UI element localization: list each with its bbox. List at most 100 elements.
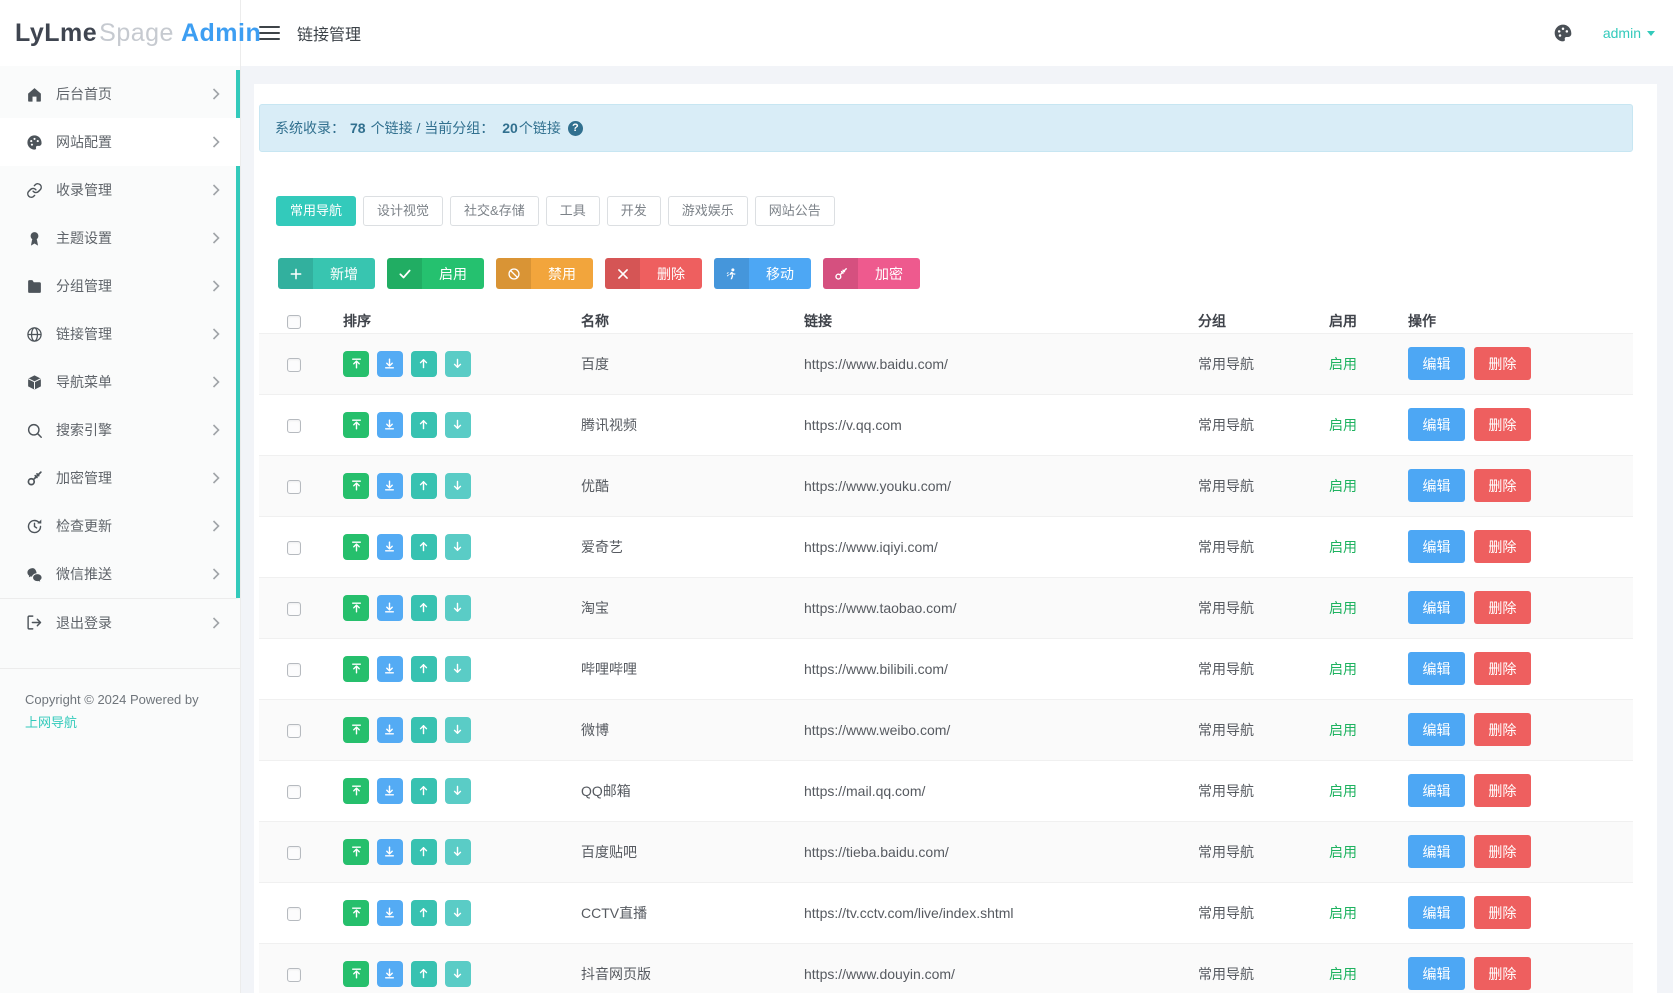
copyright-link[interactable]: 上网导航 <box>25 712 215 735</box>
theme-palette-icon[interactable] <box>1553 23 1573 43</box>
move-to-bottom-button[interactable] <box>377 717 403 743</box>
row-checkbox[interactable] <box>287 419 301 433</box>
sidebar-item-link-manage[interactable]: 链接管理 <box>0 310 240 358</box>
move-up-button[interactable] <box>411 534 437 560</box>
row-checkbox[interactable] <box>287 480 301 494</box>
sidebar-item-wechat-push[interactable]: 微信推送 <box>0 550 240 598</box>
move-down-button[interactable] <box>445 839 471 865</box>
select-all-checkbox[interactable] <box>287 315 301 329</box>
edit-button[interactable]: 编辑 <box>1408 652 1465 685</box>
delete-button[interactable]: 删除 <box>1474 713 1531 746</box>
move-down-button[interactable] <box>445 717 471 743</box>
delete-button[interactable]: 删除 <box>1474 347 1531 380</box>
move-up-button[interactable] <box>411 778 437 804</box>
delete-button[interactable]: 删除 <box>1474 652 1531 685</box>
delete-button[interactable]: 删除 <box>1474 591 1531 624</box>
sidebar-item-encrypt-manage[interactable]: 加密管理 <box>0 454 240 502</box>
edit-button[interactable]: 编辑 <box>1408 469 1465 502</box>
delete-button[interactable]: 删除 <box>605 258 702 289</box>
move-up-button[interactable] <box>411 961 437 987</box>
move-up-button[interactable] <box>411 656 437 682</box>
move-down-button[interactable] <box>445 778 471 804</box>
move-down-button[interactable] <box>445 656 471 682</box>
edit-button[interactable]: 编辑 <box>1408 713 1465 746</box>
delete-button[interactable]: 删除 <box>1474 408 1531 441</box>
edit-button[interactable]: 编辑 <box>1408 530 1465 563</box>
delete-button[interactable]: 删除 <box>1474 896 1531 929</box>
move-button[interactable]: 移动 <box>714 258 811 289</box>
row-checkbox[interactable] <box>287 358 301 372</box>
move-to-bottom-button[interactable] <box>377 534 403 560</box>
help-icon[interactable]: ? <box>568 121 583 136</box>
move-to-bottom-button[interactable] <box>377 351 403 377</box>
move-to-top-button[interactable] <box>343 839 369 865</box>
delete-button[interactable]: 删除 <box>1474 469 1531 502</box>
move-down-button[interactable] <box>445 351 471 377</box>
move-to-top-button[interactable] <box>343 717 369 743</box>
move-to-top-button[interactable] <box>343 961 369 987</box>
move-to-bottom-button[interactable] <box>377 595 403 621</box>
edit-button[interactable]: 编辑 <box>1408 591 1465 624</box>
user-menu[interactable]: admin <box>1603 25 1655 41</box>
group-tab-1[interactable]: 设计视觉 <box>363 196 443 226</box>
sidebar-item-theme-settings[interactable]: 主题设置 <box>0 214 240 262</box>
move-to-bottom-button[interactable] <box>377 656 403 682</box>
move-down-button[interactable] <box>445 412 471 438</box>
move-up-button[interactable] <box>411 412 437 438</box>
edit-button[interactable]: 编辑 <box>1408 347 1465 380</box>
encrypt-button[interactable]: 加密 <box>823 258 920 289</box>
move-to-top-button[interactable] <box>343 412 369 438</box>
delete-button[interactable]: 删除 <box>1474 957 1531 990</box>
move-to-top-button[interactable] <box>343 534 369 560</box>
sidebar-item-group-manage[interactable]: 分组管理 <box>0 262 240 310</box>
sidebar-item-logout[interactable]: 退出登录 <box>0 598 240 646</box>
group-tab-6[interactable]: 网站公告 <box>755 196 835 226</box>
sidebar-item-nav-menu[interactable]: 导航菜单 <box>0 358 240 406</box>
add-button[interactable]: 新增 <box>278 258 375 289</box>
move-down-button[interactable] <box>445 900 471 926</box>
move-up-button[interactable] <box>411 595 437 621</box>
move-to-top-button[interactable] <box>343 595 369 621</box>
delete-button[interactable]: 删除 <box>1474 835 1531 868</box>
move-to-bottom-button[interactable] <box>377 778 403 804</box>
move-up-button[interactable] <box>411 839 437 865</box>
sidebar-item-collect-manage[interactable]: 收录管理 <box>0 166 240 214</box>
delete-button[interactable]: 删除 <box>1474 530 1531 563</box>
sidebar-item-check-update[interactable]: 检查更新 <box>0 502 240 550</box>
row-checkbox[interactable] <box>287 541 301 555</box>
row-checkbox[interactable] <box>287 846 301 860</box>
enable-button[interactable]: 启用 <box>387 258 484 289</box>
sidebar-item-site-config[interactable]: 网站配置 <box>0 118 240 166</box>
move-to-bottom-button[interactable] <box>377 839 403 865</box>
move-down-button[interactable] <box>445 473 471 499</box>
row-checkbox[interactable] <box>287 907 301 921</box>
edit-button[interactable]: 编辑 <box>1408 835 1465 868</box>
group-tab-3[interactable]: 工具 <box>546 196 600 226</box>
move-down-button[interactable] <box>445 961 471 987</box>
edit-button[interactable]: 编辑 <box>1408 774 1465 807</box>
move-down-button[interactable] <box>445 534 471 560</box>
move-up-button[interactable] <box>411 473 437 499</box>
row-checkbox[interactable] <box>287 724 301 738</box>
move-to-top-button[interactable] <box>343 900 369 926</box>
edit-button[interactable]: 编辑 <box>1408 957 1465 990</box>
move-to-top-button[interactable] <box>343 656 369 682</box>
group-tab-5[interactable]: 游戏娱乐 <box>668 196 748 226</box>
move-to-bottom-button[interactable] <box>377 961 403 987</box>
move-to-top-button[interactable] <box>343 778 369 804</box>
move-up-button[interactable] <box>411 900 437 926</box>
move-to-bottom-button[interactable] <box>377 900 403 926</box>
move-to-bottom-button[interactable] <box>377 473 403 499</box>
move-to-bottom-button[interactable] <box>377 412 403 438</box>
group-tab-0[interactable]: 常用导航 <box>276 196 356 226</box>
row-checkbox[interactable] <box>287 602 301 616</box>
move-to-top-button[interactable] <box>343 351 369 377</box>
brand-logo[interactable]: LyLme Spage Admin <box>0 0 240 66</box>
move-down-button[interactable] <box>445 595 471 621</box>
edit-button[interactable]: 编辑 <box>1408 896 1465 929</box>
row-checkbox[interactable] <box>287 663 301 677</box>
edit-button[interactable]: 编辑 <box>1408 408 1465 441</box>
sidebar-item-dashboard[interactable]: 后台首页 <box>0 70 240 118</box>
move-up-button[interactable] <box>411 351 437 377</box>
move-up-button[interactable] <box>411 717 437 743</box>
